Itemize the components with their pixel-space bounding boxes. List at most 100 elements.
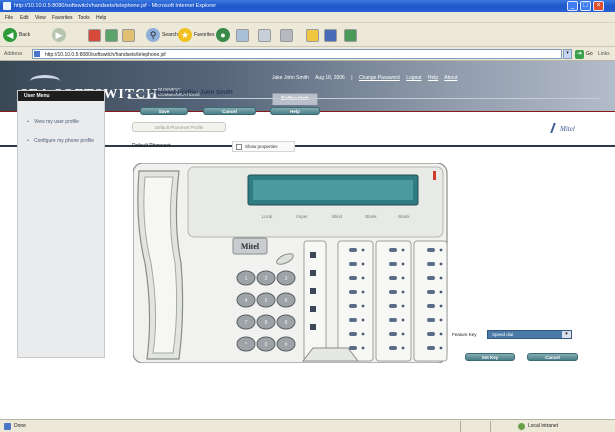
feature-key[interactable] xyxy=(389,262,397,266)
feature-key-select[interactable]: Speed dial ▾ xyxy=(487,330,572,339)
feature-key[interactable] xyxy=(349,276,357,280)
keypad-key-label: 6 xyxy=(285,298,288,304)
logout-link[interactable]: Logout xyxy=(406,75,421,81)
feature-key-led xyxy=(361,276,365,280)
menu-edit[interactable]: Edit xyxy=(20,15,29,21)
menu-view[interactable]: View xyxy=(35,15,46,21)
function-key[interactable] xyxy=(310,288,316,294)
feature-key[interactable] xyxy=(427,276,435,280)
feature-key[interactable] xyxy=(349,290,357,294)
back-button[interactable]: ◀ Back xyxy=(3,27,30,43)
refresh-icon xyxy=(105,28,118,42)
home-button[interactable] xyxy=(122,27,135,43)
menu-help[interactable]: Help xyxy=(96,15,106,21)
history-button[interactable] xyxy=(236,27,249,43)
keypad-key-label: 1 xyxy=(245,276,248,282)
feature-key[interactable] xyxy=(389,304,397,308)
menu-favorites[interactable]: Favorites xyxy=(52,15,73,21)
research-button[interactable] xyxy=(344,27,357,43)
forward-button[interactable]: ▶ xyxy=(52,27,66,43)
feature-key[interactable] xyxy=(389,332,397,336)
sidebar-item-configure-phone[interactable]: Configure my phone profile xyxy=(18,138,104,145)
feature-key-led xyxy=(361,262,365,266)
feature-key[interactable] xyxy=(349,318,357,322)
keypad-key-label: # xyxy=(285,342,288,348)
feature-key[interactable] xyxy=(389,318,397,322)
feature-key-led xyxy=(439,332,443,336)
feature-key[interactable] xyxy=(427,304,435,308)
feature-key[interactable] xyxy=(427,332,435,336)
function-key[interactable] xyxy=(310,324,316,330)
phone-image: Local Imper Blind Blank Blank Mitel 1 2 3 4… xyxy=(133,163,448,363)
menu-bar: File Edit View Favorites Tools Help xyxy=(0,12,615,23)
favorites-button[interactable]: ★ Favorites xyxy=(178,27,215,43)
menu-tools[interactable]: Tools xyxy=(78,15,90,21)
feature-key-led xyxy=(361,332,365,336)
save-button[interactable]: Save xyxy=(140,107,188,115)
feature-key[interactable] xyxy=(427,346,435,350)
feature-key[interactable] xyxy=(349,346,357,350)
handset-label: Default Phoneset xyxy=(132,143,171,149)
stop-button[interactable] xyxy=(88,27,101,43)
mitel-logo: Mitel xyxy=(560,125,575,133)
chevron-down-icon: ▾ xyxy=(562,331,571,338)
feature-key[interactable] xyxy=(389,248,397,252)
edit-button[interactable] xyxy=(306,27,319,43)
search-button[interactable]: ⚲ Search xyxy=(146,27,178,43)
feature-key[interactable] xyxy=(389,290,397,294)
feature-cancel-button[interactable]: Cancel xyxy=(527,353,578,361)
cancel-button[interactable]: Cancel xyxy=(203,107,256,115)
feature-key[interactable] xyxy=(349,248,357,252)
go-arrow-icon[interactable]: ➜ xyxy=(575,50,584,59)
feature-key-led xyxy=(401,276,405,280)
mail-button[interactable] xyxy=(258,27,271,43)
logo-swoosh xyxy=(30,75,60,87)
print-button[interactable] xyxy=(280,27,293,43)
default-phoneset-button[interactable]: Default Phoneset Profile xyxy=(132,122,226,132)
function-key[interactable] xyxy=(310,306,316,312)
links-button[interactable]: Links xyxy=(598,51,610,57)
sidebar-item-view-profile[interactable]: View my user profile xyxy=(18,119,104,126)
feature-key-value: Speed dial xyxy=(492,332,514,337)
feature-key[interactable] xyxy=(427,290,435,294)
function-key[interactable] xyxy=(310,252,316,258)
feature-key-led xyxy=(361,290,365,294)
softkey-label-2: Imper xyxy=(296,214,308,219)
media-button[interactable]: ● xyxy=(216,27,230,43)
minimize-button[interactable]: _ xyxy=(567,1,578,11)
intranet-zone-icon xyxy=(518,423,525,430)
messenger-button[interactable] xyxy=(324,27,337,43)
feature-key[interactable] xyxy=(427,318,435,322)
favorites-label: Favorites xyxy=(194,32,215,38)
menu-file[interactable]: File xyxy=(5,15,13,21)
help-link[interactable]: Help xyxy=(428,75,438,81)
go-button[interactable]: Go xyxy=(586,51,593,57)
feature-key[interactable] xyxy=(349,304,357,308)
address-input[interactable]: http://10.10.0.5:8080/softswitch/handset… xyxy=(32,49,562,59)
status-divider xyxy=(460,421,461,432)
function-key[interactable] xyxy=(310,270,316,276)
address-dropdown-icon[interactable]: ▾ xyxy=(563,49,572,59)
feature-key[interactable] xyxy=(349,262,357,266)
feature-key[interactable] xyxy=(427,262,435,266)
show-properties-checkbox[interactable] xyxy=(236,143,242,150)
close-button[interactable]: × xyxy=(593,1,604,11)
feature-key-led xyxy=(401,262,405,266)
help-button[interactable]: Help xyxy=(270,107,320,115)
feature-key[interactable] xyxy=(389,346,397,350)
set-key-button[interactable]: Set Key xyxy=(465,353,515,361)
user-menu-sidebar: User Menu View my user profile Configure… xyxy=(17,90,105,358)
change-password-link[interactable]: Change Password xyxy=(359,75,400,81)
feature-key[interactable] xyxy=(389,276,397,280)
refresh-button[interactable] xyxy=(105,27,118,43)
softkey-label-1: Local xyxy=(262,214,273,219)
user-info-line: Jake John Smith Aug 18, 2006 | Change Pa… xyxy=(272,75,458,81)
feature-key[interactable] xyxy=(349,332,357,336)
maximize-button[interactable]: □ xyxy=(580,1,591,11)
ie-icon xyxy=(3,2,11,10)
research-icon xyxy=(344,28,357,42)
current-date: Aug 18, 2006 xyxy=(315,75,345,81)
feature-key[interactable] xyxy=(427,248,435,252)
show-properties-toggle[interactable]: Show properties xyxy=(232,141,295,152)
about-link[interactable]: About xyxy=(444,75,457,81)
